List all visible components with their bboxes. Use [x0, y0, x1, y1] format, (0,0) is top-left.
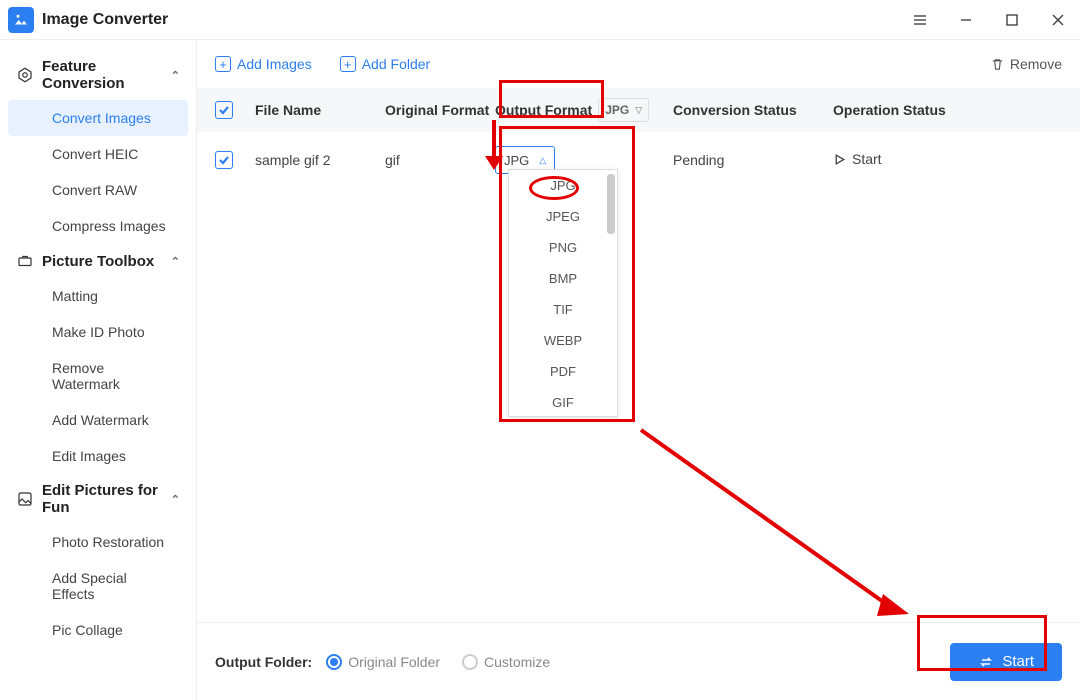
chevron-down-icon: ▽: [635, 105, 642, 116]
section-edit-pictures-for-fun[interactable]: Edit Pictures for Fun ⌃: [0, 474, 196, 524]
window-controls: [906, 6, 1072, 34]
sidebar-item-add-watermark[interactable]: Add Watermark: [8, 402, 188, 438]
dropdown-option-png[interactable]: PNG: [509, 232, 617, 263]
global-output-value: JPG: [605, 103, 629, 117]
cell-original-format: gif: [385, 152, 495, 168]
chevron-up-icon: ⌃: [171, 69, 180, 82]
dropdown-option-tif[interactable]: TIF: [509, 294, 617, 325]
header-output-format: Output Format: [495, 102, 592, 118]
row-start-button[interactable]: Start: [833, 151, 882, 167]
add-folder-button[interactable]: + Add Folder: [340, 56, 430, 72]
radio-dot-icon: [462, 654, 478, 670]
add-folder-label: Add Folder: [362, 56, 430, 72]
titlebar: Image Converter: [0, 0, 1080, 40]
remove-button[interactable]: Remove: [990, 56, 1062, 72]
sidebar-item-convert-heic[interactable]: Convert HEIC: [8, 136, 188, 172]
close-button[interactable]: [1044, 6, 1072, 34]
radio-dot-icon: [326, 654, 342, 670]
section-label: Picture Toolbox: [42, 253, 154, 270]
dropdown-option-bmp[interactable]: BMP: [509, 263, 617, 294]
dropdown-option-webp[interactable]: WEBP: [509, 325, 617, 356]
table-header: File Name Original Format Output Format …: [197, 88, 1080, 132]
footer: Output Folder: Original Folder Customize…: [197, 622, 1080, 700]
annotation-arrow-diagonal: [637, 426, 917, 626]
plus-icon: +: [340, 56, 356, 72]
row-start-label: Start: [852, 151, 882, 167]
dropdown-option-jpg[interactable]: JPG: [509, 170, 617, 201]
chevron-up-icon: △: [539, 155, 546, 166]
output-folder-radio-group: Original Folder Customize: [326, 654, 550, 670]
feature-icon: [16, 66, 34, 84]
row-output-value: JPG: [504, 153, 529, 168]
section-label: Feature Conversion: [42, 58, 171, 92]
header-original-format: Original Format: [385, 102, 495, 118]
section-feature-conversion[interactable]: Feature Conversion ⌃: [0, 50, 196, 100]
start-button-label: Start: [1002, 653, 1034, 670]
section-label: Edit Pictures for Fun: [42, 482, 171, 516]
maximize-button[interactable]: [998, 6, 1026, 34]
section-picture-toolbox[interactable]: Picture Toolbox ⌃: [0, 244, 196, 278]
add-images-button[interactable]: + Add Images: [215, 56, 312, 72]
dropdown-option-jpeg[interactable]: JPEG: [509, 201, 617, 232]
sidebar-item-remove-watermark[interactable]: Remove Watermark: [8, 350, 188, 402]
cell-conversion-status: Pending: [673, 152, 833, 168]
sidebar-item-convert-raw[interactable]: Convert RAW: [8, 172, 188, 208]
sidebar-item-matting[interactable]: Matting: [8, 278, 188, 314]
header-conversion-status: Conversion Status: [673, 102, 833, 118]
output-format-dropdown: JPG JPEG PNG BMP TIF WEBP PDF GIF: [508, 169, 618, 417]
output-folder-label: Output Folder:: [215, 654, 312, 670]
plus-icon: +: [215, 56, 231, 72]
toolbox-icon: [16, 252, 34, 270]
content-area: + Add Images + Add Folder Remove File Na…: [197, 40, 1080, 700]
dropdown-option-pdf[interactable]: PDF: [509, 356, 617, 387]
trash-icon: [990, 57, 1005, 72]
chevron-up-icon: ⌃: [171, 493, 180, 506]
header-file-name: File Name: [255, 102, 385, 118]
remove-label: Remove: [1010, 56, 1062, 72]
app-title: Image Converter: [42, 11, 168, 29]
sidebar: Feature Conversion ⌃ Convert Images Conv…: [0, 40, 197, 700]
swap-icon: [978, 654, 994, 670]
play-icon: [833, 153, 846, 166]
dropdown-option-gif[interactable]: GIF: [509, 387, 617, 416]
table-row: sample gif 2 gif JPG △ Pending Start: [197, 132, 1080, 188]
header-operation-status: Operation Status: [833, 102, 1062, 118]
sidebar-item-pic-collage[interactable]: Pic Collage: [8, 612, 188, 648]
minimize-button[interactable]: [952, 6, 980, 34]
sidebar-item-convert-images[interactable]: Convert Images: [8, 100, 188, 136]
cell-file-name: sample gif 2: [255, 152, 385, 168]
add-images-label: Add Images: [237, 56, 312, 72]
sidebar-item-make-id-photo[interactable]: Make ID Photo: [8, 314, 188, 350]
sidebar-item-compress-images[interactable]: Compress Images: [8, 208, 188, 244]
global-output-format-select[interactable]: JPG ▽: [598, 98, 649, 122]
fun-icon: [16, 490, 34, 508]
sidebar-item-photo-restoration[interactable]: Photo Restoration: [8, 524, 188, 560]
menu-button[interactable]: [906, 6, 934, 34]
app-logo: [8, 7, 34, 33]
radio-original-label: Original Folder: [348, 654, 440, 670]
radio-customize-label: Customize: [484, 654, 550, 670]
sidebar-item-add-special-effects[interactable]: Add Special Effects: [8, 560, 188, 612]
radio-customize[interactable]: Customize: [462, 654, 550, 670]
start-all-button[interactable]: Start: [950, 643, 1062, 681]
chevron-up-icon: ⌃: [171, 255, 180, 268]
select-all-checkbox[interactable]: [215, 101, 233, 119]
dropdown-scrollbar[interactable]: [607, 174, 615, 234]
row-checkbox[interactable]: [215, 151, 233, 169]
toolbar: + Add Images + Add Folder Remove: [197, 40, 1080, 88]
sidebar-item-edit-images[interactable]: Edit Images: [8, 438, 188, 474]
radio-original-folder[interactable]: Original Folder: [326, 654, 440, 670]
